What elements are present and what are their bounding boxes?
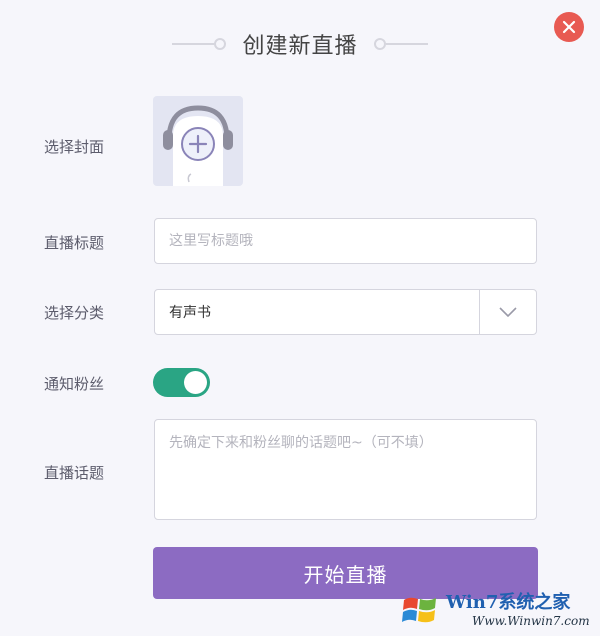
topic-label: 直播话题	[44, 464, 105, 482]
cover-upload-button[interactable]	[153, 96, 243, 186]
create-live-dialog: 创建新直播 选择封面 直播标题 选择分类 有声书	[0, 0, 600, 636]
toggle-knob	[184, 371, 207, 394]
watermark-brand: Win7系统之家	[446, 592, 571, 613]
site-watermark: Win7系统之家 Www.Winwin7.com	[398, 584, 594, 634]
mascot-placeholder-icon	[163, 105, 233, 186]
title-decoration-right-line	[385, 43, 428, 45]
category-selected-value: 有声书	[169, 305, 211, 321]
category-label: 选择分类	[44, 304, 105, 322]
notify-fans-toggle[interactable]	[153, 368, 210, 397]
title-label: 直播标题	[44, 234, 105, 252]
category-dropdown-toggle[interactable]	[479, 290, 536, 334]
category-select[interactable]: 有声书	[154, 289, 537, 335]
close-icon	[562, 20, 576, 34]
cover-label: 选择封面	[44, 138, 105, 156]
topic-textarea[interactable]	[154, 419, 537, 520]
title-decoration-left-line	[172, 43, 215, 45]
title-input[interactable]	[154, 218, 537, 264]
dialog-title: 创建新直播	[242, 34, 358, 59]
chevron-down-icon	[499, 307, 517, 317]
title-decoration-right-circle	[373, 38, 386, 50]
close-button[interactable]	[554, 12, 584, 42]
title-decoration-left-circle	[214, 38, 227, 50]
dialog-header: 创建新直播	[0, 24, 600, 64]
notify-fans-label: 通知粉丝	[44, 375, 105, 393]
watermark-url: Www.Winwin7.com	[472, 614, 590, 628]
windows-logo-icon	[402, 597, 436, 623]
